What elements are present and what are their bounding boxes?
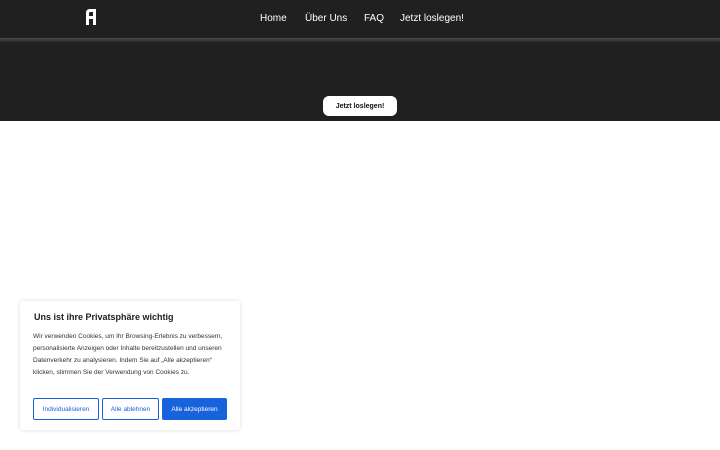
cookie-banner-text: Wir verwenden Cookies, um Ihr Browsing-E… bbox=[33, 333, 223, 376]
cookie-consent-banner: Uns ist ihre Privatsphäre wichtig Wir ve… bbox=[20, 301, 240, 430]
hero-cta-button[interactable]: Jetzt loslegen! bbox=[323, 96, 397, 116]
site-header: Home Über Uns FAQ Jetzt loslegen! bbox=[0, 0, 720, 38]
accept-all-cookies-button[interactable]: Alle akzeptieren bbox=[162, 398, 227, 420]
customize-cookies-button[interactable]: Individualisieren bbox=[33, 398, 99, 420]
cookie-banner-title: Uns ist ihre Privatsphäre wichtig bbox=[34, 312, 174, 322]
reject-all-cookies-button[interactable]: Alle ablehnen bbox=[102, 398, 159, 420]
nav-item-home[interactable]: Home bbox=[260, 12, 287, 25]
main-nav: Home Über Uns FAQ Jetzt loslegen! bbox=[0, 0, 720, 38]
nav-item-faq[interactable]: FAQ bbox=[364, 12, 384, 25]
nav-item-ueber-uns[interactable]: Über Uns bbox=[305, 12, 347, 25]
nav-item-jetzt-loslegen[interactable]: Jetzt loslegen! bbox=[400, 12, 464, 25]
